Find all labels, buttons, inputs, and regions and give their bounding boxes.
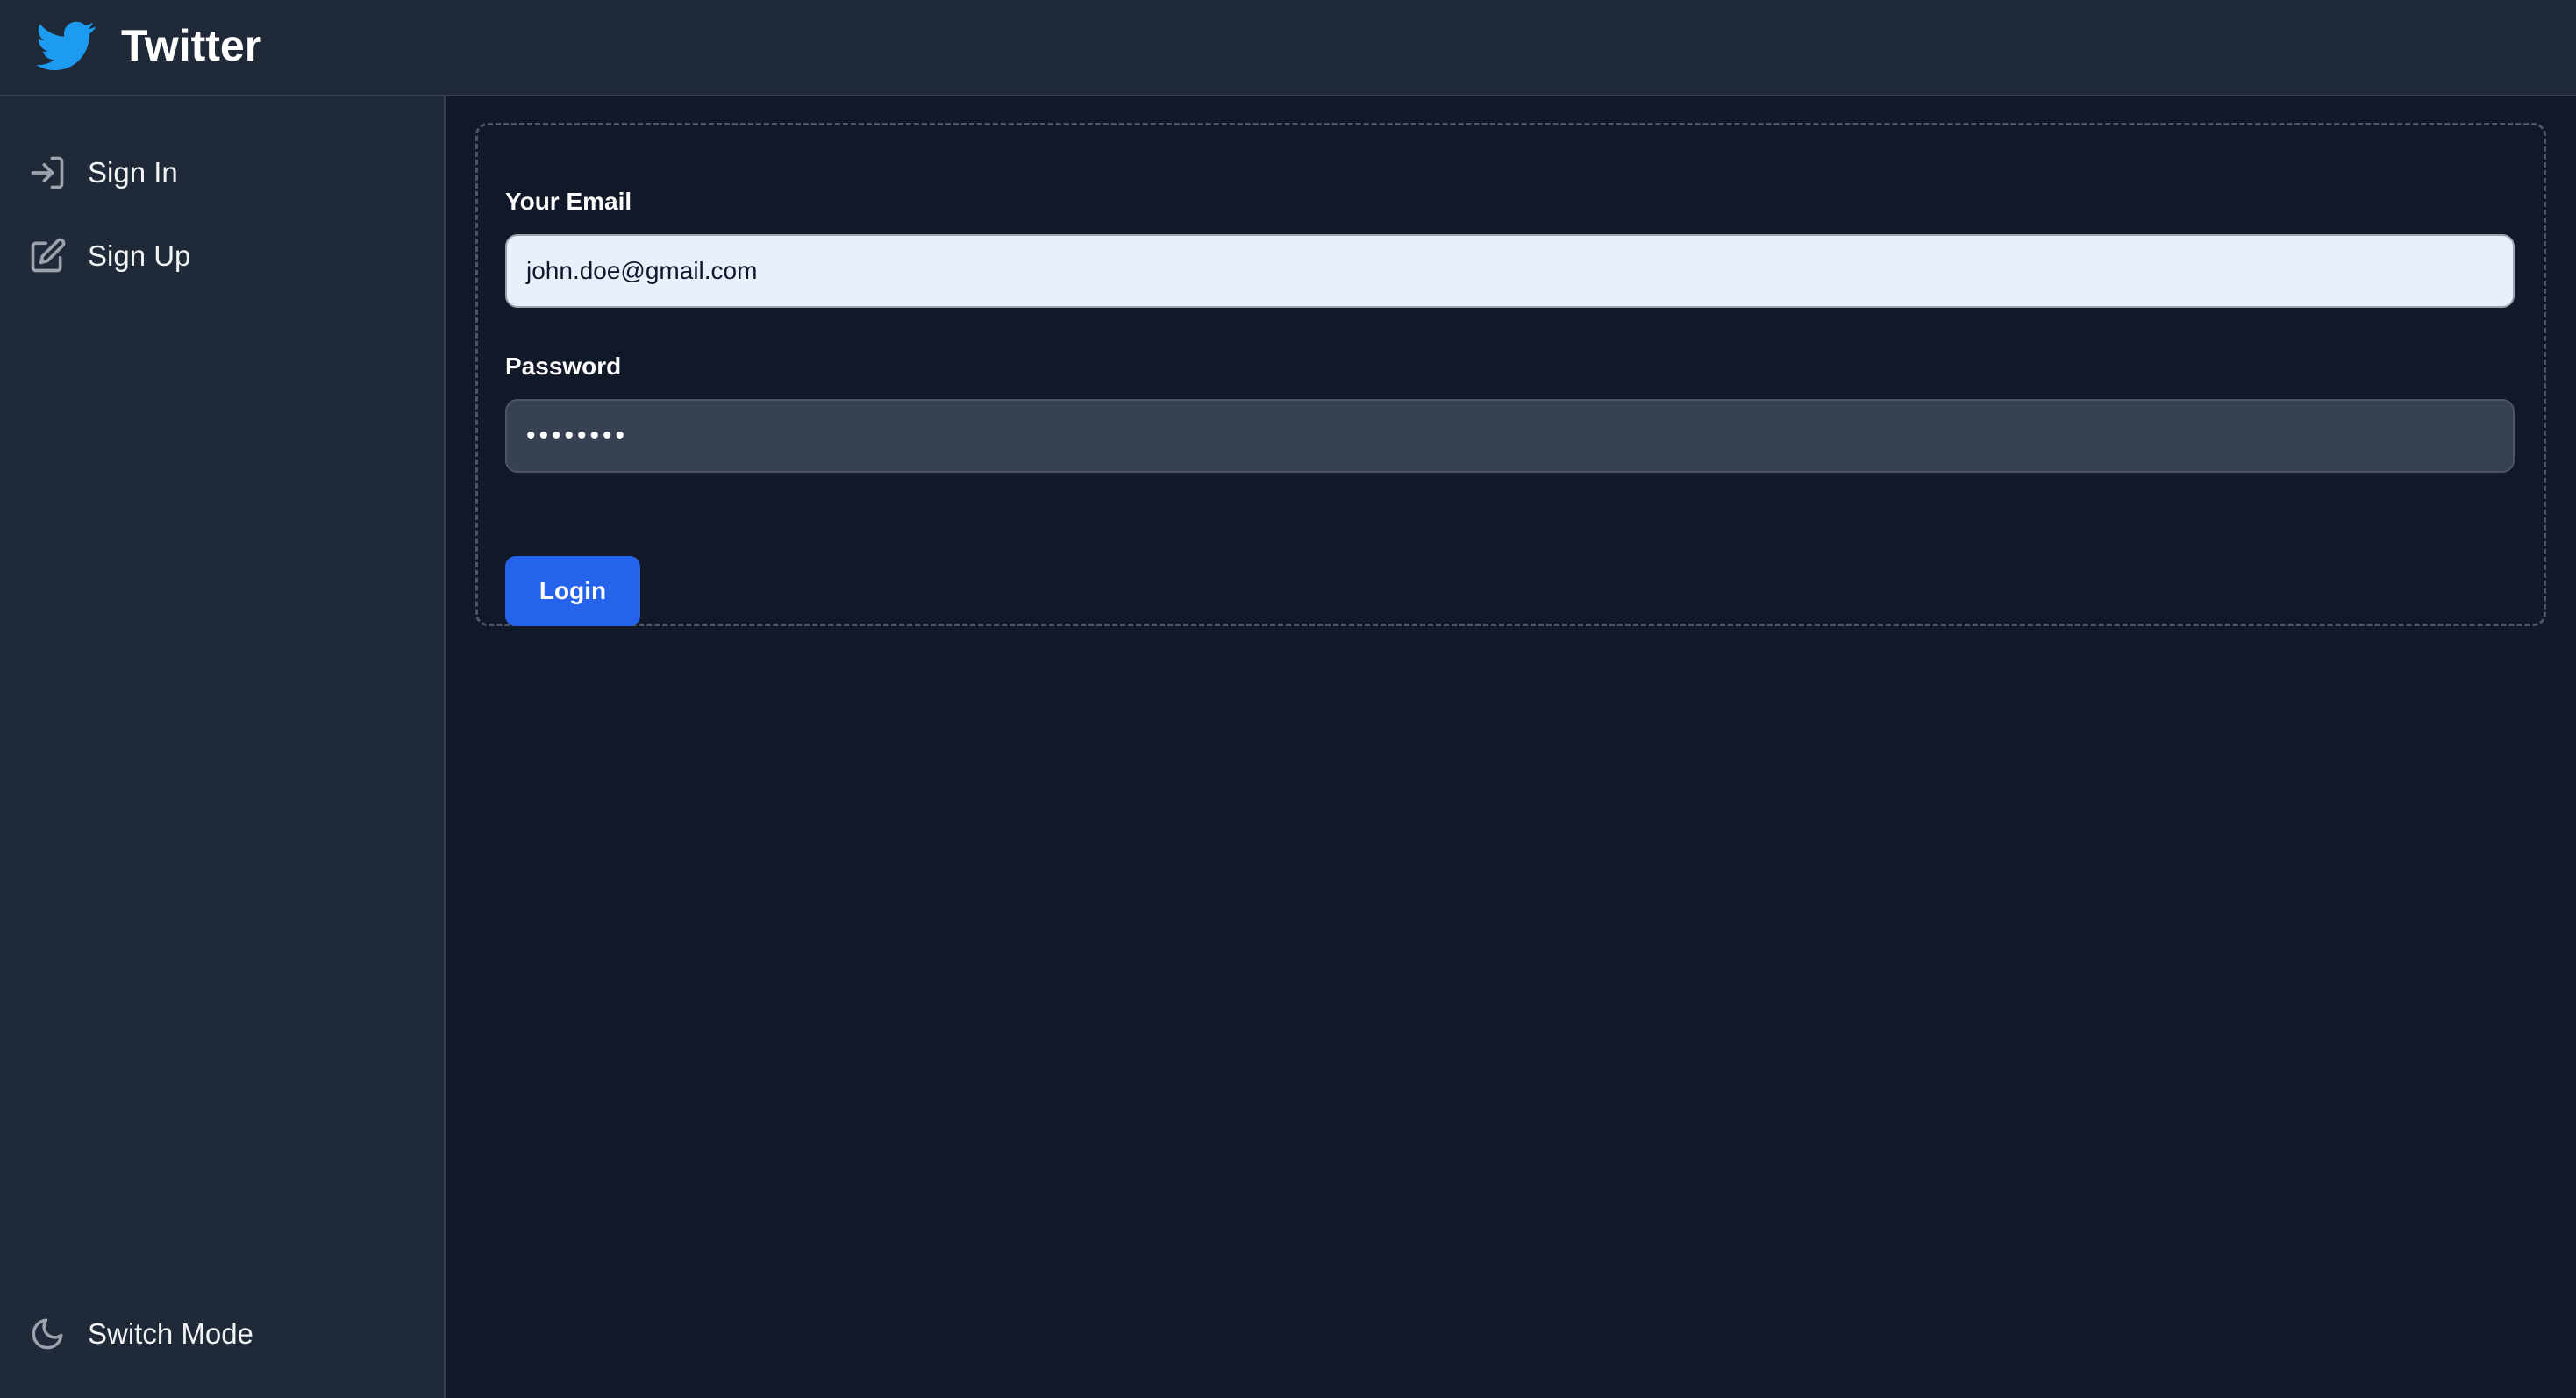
main-content: Your Email john.doe@gmail.com Password •… — [446, 96, 2576, 1398]
moon-icon — [26, 1313, 68, 1355]
sidebar-item-label: Sign Up — [88, 239, 191, 272]
sidebar-item-label: Sign In — [88, 156, 178, 189]
password-field[interactable]: •••••••• — [505, 399, 2515, 473]
email-label: Your Email — [505, 188, 632, 215]
twitter-bird-icon[interactable] — [32, 16, 99, 75]
app-title: Twitter — [121, 21, 262, 70]
email-field[interactable]: john.doe@gmail.com — [505, 234, 2515, 308]
login-form: Your Email john.doe@gmail.com Password •… — [475, 123, 2546, 626]
sidebar-item-sign-up[interactable]: Sign Up — [26, 225, 412, 287]
password-label: Password — [505, 353, 622, 380]
switch-mode-button[interactable]: Switch Mode — [26, 1303, 412, 1365]
app-header: Twitter — [0, 0, 2576, 96]
edit-signup-icon — [26, 235, 68, 277]
login-button[interactable]: Login — [505, 556, 640, 626]
sign-in-icon — [26, 152, 68, 194]
sidebar: Sign In Sign Up Switch Mode — [0, 96, 446, 1398]
sidebar-item-sign-in[interactable]: Sign In — [26, 142, 412, 203]
switch-mode-label: Switch Mode — [88, 1317, 253, 1350]
